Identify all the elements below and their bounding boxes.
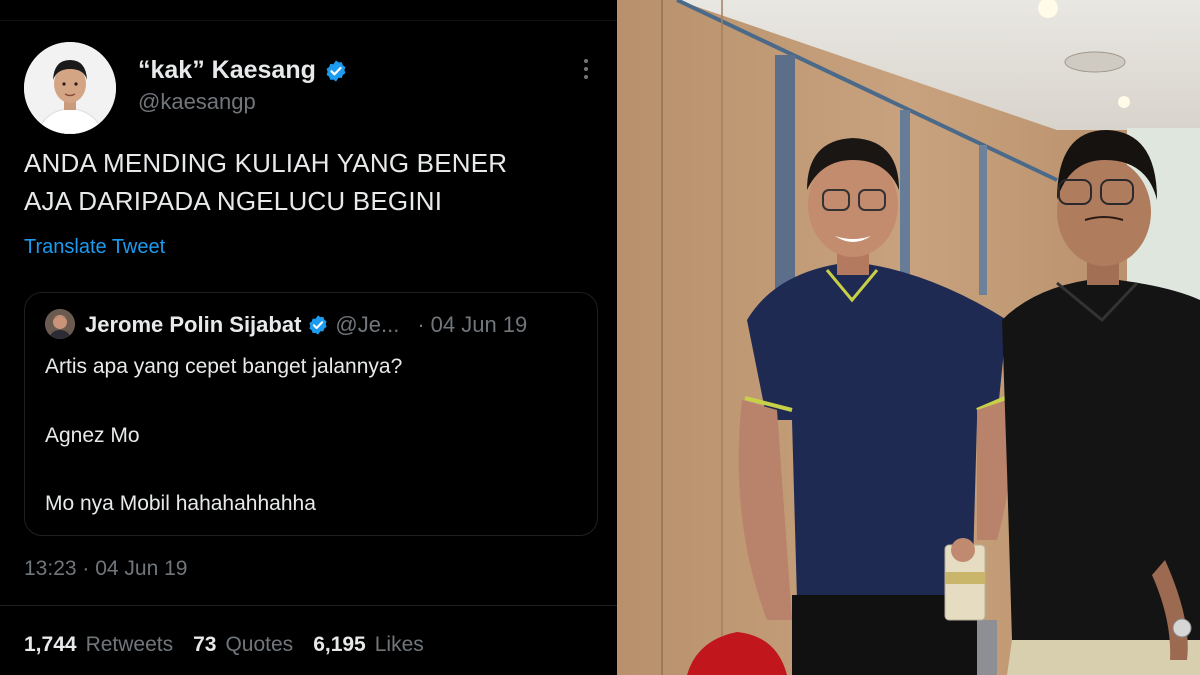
stat-label: Quotes: [225, 633, 294, 656]
stat-count: 73: [193, 633, 217, 656]
quoted-avatar[interactable]: [45, 309, 75, 339]
quoted-name[interactable]: Jerome Polin Sijabat: [85, 312, 301, 338]
quoted-handle[interactable]: @Je...: [335, 312, 399, 338]
divider: [0, 605, 617, 606]
quoted-date[interactable]: 04 Jun 19: [431, 312, 528, 338]
translate-tweet-link[interactable]: Translate Tweet: [24, 236, 165, 259]
tweet-text-line: ANDA MENDING KULIAH YANG BENER: [24, 148, 508, 178]
avatar[interactable]: [24, 42, 116, 134]
author-row: “kak” Kaesang: [138, 56, 348, 85]
stat-label: Likes: [374, 633, 424, 656]
photo: [617, 0, 1200, 675]
quoted-text-line: Artis apa yang cepet banget jalannya?: [45, 355, 403, 378]
quoted-header: Jerome Polin Sijabat @Je... · 04 Jun 19: [85, 312, 527, 338]
quotes-stat[interactable]: 73 Quotes: [193, 633, 293, 657]
tweet-card: “kak” Kaesang @kaesangp ANDA MENDING KUL…: [0, 0, 617, 675]
likes-stat[interactable]: 6,195 Likes: [313, 633, 424, 657]
separator-dot: ·: [417, 312, 425, 337]
more-options-icon[interactable]: [576, 56, 596, 82]
tweet-timestamp[interactable]: 13:23 · 04 Jun 19: [24, 557, 187, 581]
quoted-text-line: Agnez Mo: [45, 424, 140, 447]
verified-badge-icon: [324, 59, 348, 83]
display-name[interactable]: “kak” Kaesang: [138, 56, 316, 85]
tweet-text-line: AJA DARIPADA NGELUCU BEGINI: [24, 186, 443, 216]
verified-badge-icon: [307, 314, 329, 336]
stat-count: 6,195: [313, 633, 366, 656]
divider: [0, 20, 617, 21]
quoted-tweet[interactable]: Jerome Polin Sijabat @Je... · 04 Jun 19 …: [24, 292, 598, 536]
stat-count: 1,744: [24, 633, 77, 656]
stat-label: Retweets: [85, 633, 174, 656]
tweet-text: ANDA MENDING KULIAH YANG BENER AJA DARIP…: [24, 144, 594, 220]
retweets-stat[interactable]: 1,744 Retweets: [24, 633, 173, 657]
quoted-text-line: Mo nya Mobil hahahahhahha: [45, 492, 316, 515]
engagement-stats: 1,744 Retweets 73 Quotes 6,195 Likes: [24, 633, 424, 657]
author-handle[interactable]: @kaesangp: [138, 89, 256, 115]
